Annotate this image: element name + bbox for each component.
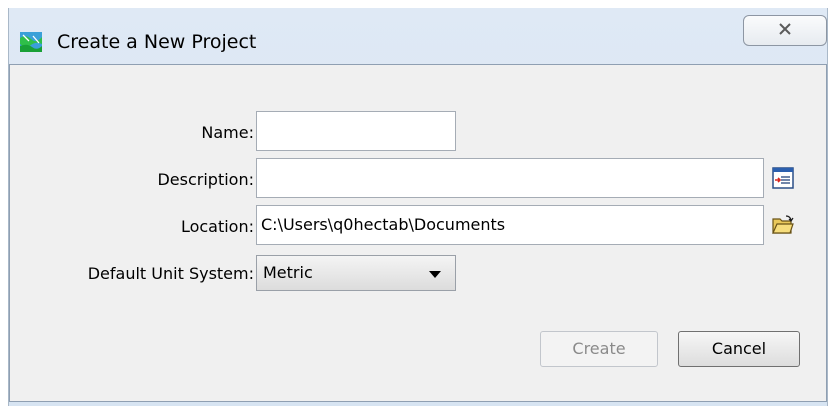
- name-field[interactable]: [256, 111, 456, 151]
- description-label: Description:: [157, 170, 254, 189]
- chevron-down-icon: [429, 271, 441, 278]
- project-map-icon: [20, 32, 42, 52]
- title-bar: Create a New Project: [9, 8, 827, 64]
- open-folder-icon[interactable]: [772, 214, 794, 236]
- description-field[interactable]: [256, 158, 764, 198]
- create-button[interactable]: Create: [540, 331, 658, 367]
- unit-system-value: Metric: [263, 263, 313, 282]
- close-icon: [778, 21, 792, 40]
- location-field[interactable]: C:\Users\q0hectab\Documents: [256, 205, 764, 245]
- name-label: Name:: [201, 123, 254, 142]
- unit-system-label: Default Unit System:: [87, 264, 254, 283]
- cancel-button[interactable]: Cancel: [678, 331, 800, 367]
- edit-description-icon[interactable]: [772, 167, 794, 189]
- location-label: Location:: [180, 217, 254, 236]
- window-title: Create a New Project: [57, 31, 257, 53]
- dialog-body: Name: Description: Location: C:\Users\q0…: [9, 64, 827, 402]
- unit-system-select[interactable]: Metric: [256, 255, 456, 291]
- create-project-dialog: Create a New Project Name: Description: …: [8, 8, 828, 406]
- close-button[interactable]: [743, 15, 827, 46]
